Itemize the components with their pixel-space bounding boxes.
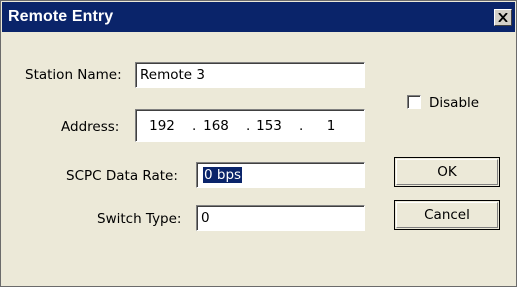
remote-entry-dialog: Remote Entry Station Name: Remote 3 Addr… [0,0,517,287]
scpc-data-rate-value: 0 bps [203,167,243,183]
address-dot-1: . [192,118,197,134]
close-button[interactable] [494,9,512,26]
disable-checkbox[interactable] [407,95,421,109]
cancel-button-label: Cancel [424,207,470,223]
close-icon [498,13,508,22]
title-bar: Remote Entry [2,2,515,32]
station-name-label: Station Name: [25,67,122,83]
switch-type-input[interactable]: 0 [196,205,365,231]
scpc-data-rate-label: SCPC Data Rate: [66,168,178,184]
station-name-input[interactable]: Remote 3 [135,62,365,88]
disable-label[interactable]: Disable [429,95,479,111]
ok-button[interactable]: OK [394,157,500,187]
ok-button-label: OK [437,164,457,180]
address-octet-3: 153 [256,118,282,134]
station-name-value: Remote 3 [140,67,205,83]
address-label: Address: [61,119,120,135]
address-octet-2: 168 [203,118,229,134]
window-title: Remote Entry [8,8,114,25]
address-dot-3: . [299,118,304,134]
switch-type-value: 0 [201,210,210,226]
address-input[interactable]: 192 . 168 . 153 . 1 [135,109,365,142]
address-octet-1: 192 [149,118,175,134]
switch-type-label: Switch Type: [97,211,182,227]
scpc-data-rate-input[interactable]: 0 bps [196,162,365,188]
address-octet-4: 1 [326,118,336,134]
cancel-button[interactable]: Cancel [394,200,500,230]
address-dot-2: . [246,118,251,134]
